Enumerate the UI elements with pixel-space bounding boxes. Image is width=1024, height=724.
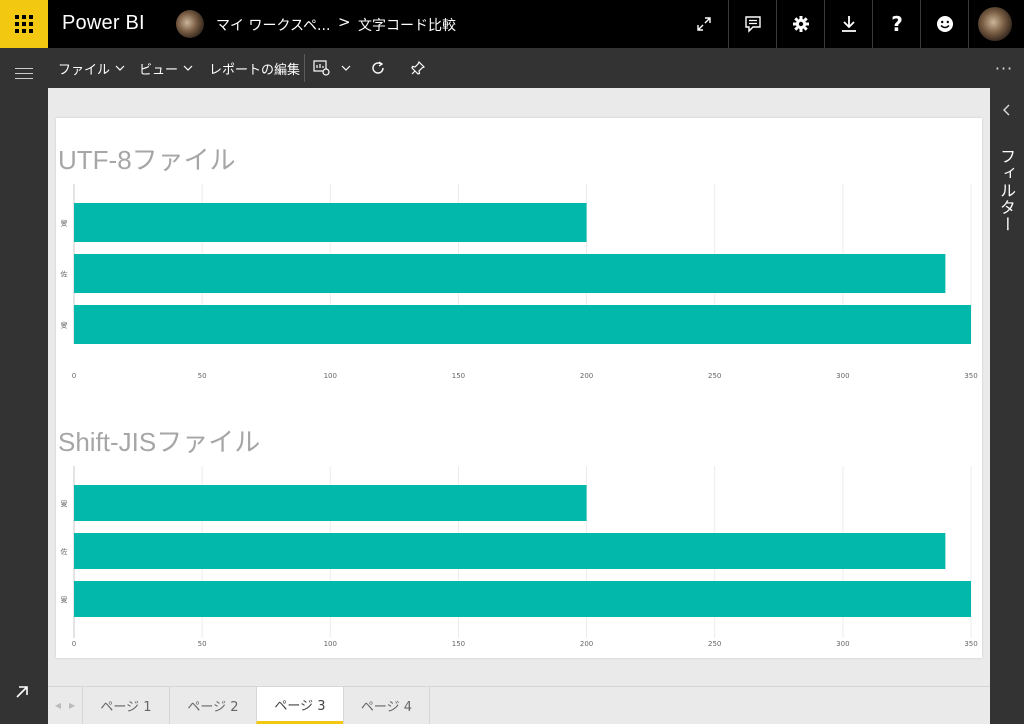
y-category-label: 叟 [61,595,68,604]
open-nav-arrow-icon[interactable] [14,684,34,704]
download-icon[interactable] [825,0,873,48]
app-launcher-button[interactable] [0,0,48,48]
bar-chart-utf8[interactable]: 0 50 100 150 200 250 300 350叟佐叟 [56,180,982,390]
y-category-label: 叟 [61,499,68,508]
bar[interactable] [74,581,971,617]
edit-report-button[interactable]: レポートの編集 [209,48,300,88]
pin-button[interactable] [406,48,430,88]
y-category-label: 叟 [61,219,68,228]
x-tick-label: 150 [452,372,465,380]
x-tick-label: 250 [708,640,721,648]
x-tick-label: 300 [836,640,849,648]
view-menu-label: ビュー [139,62,179,78]
y-category-label: 佐 [61,547,68,556]
tab-page-4[interactable]: ページ 4 [343,687,430,724]
bar[interactable] [74,254,946,293]
left-nav-rail [0,48,48,724]
help-icon[interactable]: ? [873,0,921,48]
x-tick-label: 0 [72,640,76,648]
x-tick-label: 200 [580,640,593,648]
scroll-right-icon[interactable]: ▶ [69,701,75,710]
y-category-label: 叟 [61,321,68,330]
more-options-button[interactable]: ··· [992,48,1016,88]
expand-icon[interactable] [680,0,728,48]
edit-report-label: レポートの編集 [209,62,301,78]
view-menu[interactable]: ビュー [139,48,193,88]
report-canvas: UTF-8ファイル 0 50 100 150 200 250 300 350 叟佐叟 Shift… [48,88,990,686]
bar[interactable] [74,533,946,569]
filter-pane: フィルター [990,88,1024,724]
toolbar-divider [304,54,305,82]
pin-icon [411,60,426,75]
report-page: UTF-8ファイル 0 50 100 150 200 250 300 350 叟佐叟 Shift… [56,118,982,658]
refresh-button[interactable] [366,48,390,88]
smiley-icon[interactable] [921,0,969,48]
report-toolbar: ファイル ビュー レポートの編集 ··· [48,48,1024,88]
x-tick-label: 50 [198,640,207,648]
file-menu[interactable]: ファイル [58,48,125,88]
chevron-down-icon [115,65,125,71]
report-breadcrumb: 文字コード比較 [358,18,456,34]
workspace-avatar[interactable] [176,10,204,38]
x-tick-label: 350 [964,372,977,380]
chevron-down-icon [341,65,351,71]
page-tabs-bar: ◀ ▶ ページ 1 ページ 2 ページ 3 ページ 4 [48,686,990,724]
x-tick-label: 100 [324,372,337,380]
tab-scroll-buttons[interactable]: ◀ ▶ [48,687,82,724]
bar[interactable] [74,305,971,344]
workspace-breadcrumb[interactable]: マイ ワークスペ... [216,15,330,35]
x-tick-label: 50 [198,372,207,380]
chevron-left-icon[interactable] [1000,102,1014,116]
filter-pane-label[interactable]: フィルター [996,148,1018,233]
file-menu-label: ファイル [58,62,111,78]
chart-title-shiftjis: Shift-JISファイル [58,427,261,457]
breadcrumb-separator: > [338,13,351,31]
visual-interactions-icon [313,60,330,76]
divider [968,0,969,48]
gear-icon[interactable] [777,0,825,48]
chart-title-utf8: UTF-8ファイル [58,145,236,175]
bar-chart-shiftjis[interactable]: 0 50 100 150 200 250 300 350叟佐叟 [56,462,982,658]
tab-page-2[interactable]: ページ 2 [169,687,256,724]
x-tick-label: 0 [72,372,76,380]
hamburger-menu-icon[interactable] [15,68,33,80]
top-bar: Power BI マイ ワークスペ... > 文字コード比較 ? [0,0,1024,48]
brand-title[interactable]: Power BI [62,12,145,35]
scroll-left-icon[interactable]: ◀ [55,701,61,710]
bar[interactable] [74,203,587,242]
chevron-down-icon [183,65,193,71]
view-related-dropdown[interactable] [310,48,354,88]
tab-page-1[interactable]: ページ 1 [82,687,169,724]
x-tick-label: 300 [836,372,849,380]
x-tick-label: 150 [452,640,465,648]
x-tick-label: 250 [708,372,721,380]
bar[interactable] [74,485,587,521]
x-tick-label: 200 [580,372,593,380]
comment-icon[interactable] [729,0,777,48]
refresh-icon [372,61,384,74]
x-tick-label: 350 [964,640,977,648]
user-avatar[interactable] [978,7,1012,41]
tab-page-3[interactable]: ページ 3 [256,687,343,724]
waffle-icon [15,15,33,33]
x-tick-label: 100 [324,640,337,648]
y-category-label: 佐 [61,270,68,279]
